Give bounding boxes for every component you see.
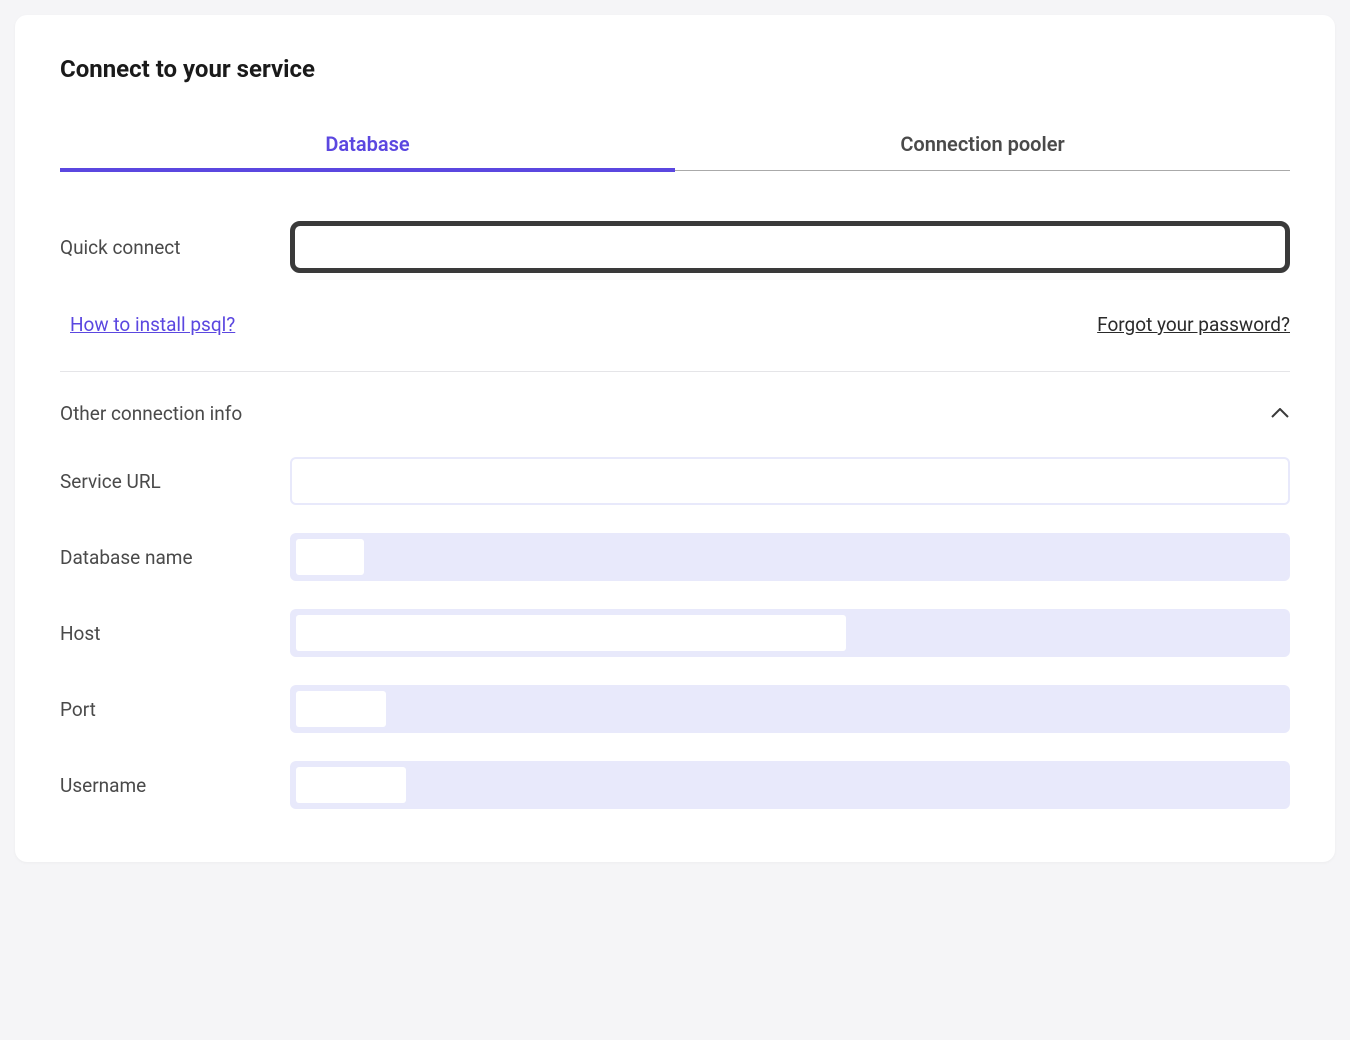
other-info-content: Service URL Database name Host Port User bbox=[60, 457, 1290, 809]
host-label: Host bbox=[60, 622, 290, 645]
other-info-title: Other connection info bbox=[60, 402, 242, 425]
tabs-container: Database Connection pooler bbox=[60, 118, 1290, 171]
service-url-row: Service URL bbox=[60, 457, 1290, 505]
service-url-label: Service URL bbox=[60, 470, 290, 493]
other-info-toggle[interactable]: Other connection info bbox=[60, 402, 1290, 425]
quick-connect-label: Quick connect bbox=[60, 236, 290, 259]
username-row: Username bbox=[60, 761, 1290, 809]
database-name-label: Database name bbox=[60, 546, 290, 569]
quick-connect-row: Quick connect bbox=[60, 221, 1290, 273]
install-psql-link[interactable]: How to install psql? bbox=[60, 313, 235, 336]
port-value[interactable] bbox=[290, 685, 1290, 733]
forgot-password-link[interactable]: Forgot your password? bbox=[1097, 313, 1290, 336]
port-label: Port bbox=[60, 698, 290, 721]
database-name-value[interactable] bbox=[290, 533, 1290, 581]
page-title: Connect to your service bbox=[60, 55, 1290, 83]
links-row: How to install psql? Forgot your passwor… bbox=[60, 313, 1290, 336]
chevron-up-icon bbox=[1270, 404, 1290, 424]
service-url-value[interactable] bbox=[290, 457, 1290, 505]
host-value[interactable] bbox=[290, 609, 1290, 657]
tab-connection-pooler[interactable]: Connection pooler bbox=[675, 118, 1290, 170]
port-row: Port bbox=[60, 685, 1290, 733]
username-label: Username bbox=[60, 774, 290, 797]
username-value[interactable] bbox=[290, 761, 1290, 809]
database-name-row: Database name bbox=[60, 533, 1290, 581]
quick-connect-input[interactable] bbox=[290, 221, 1290, 273]
host-row: Host bbox=[60, 609, 1290, 657]
tab-database[interactable]: Database bbox=[60, 118, 675, 170]
divider bbox=[60, 371, 1290, 372]
connect-service-card: Connect to your service Database Connect… bbox=[15, 15, 1335, 862]
